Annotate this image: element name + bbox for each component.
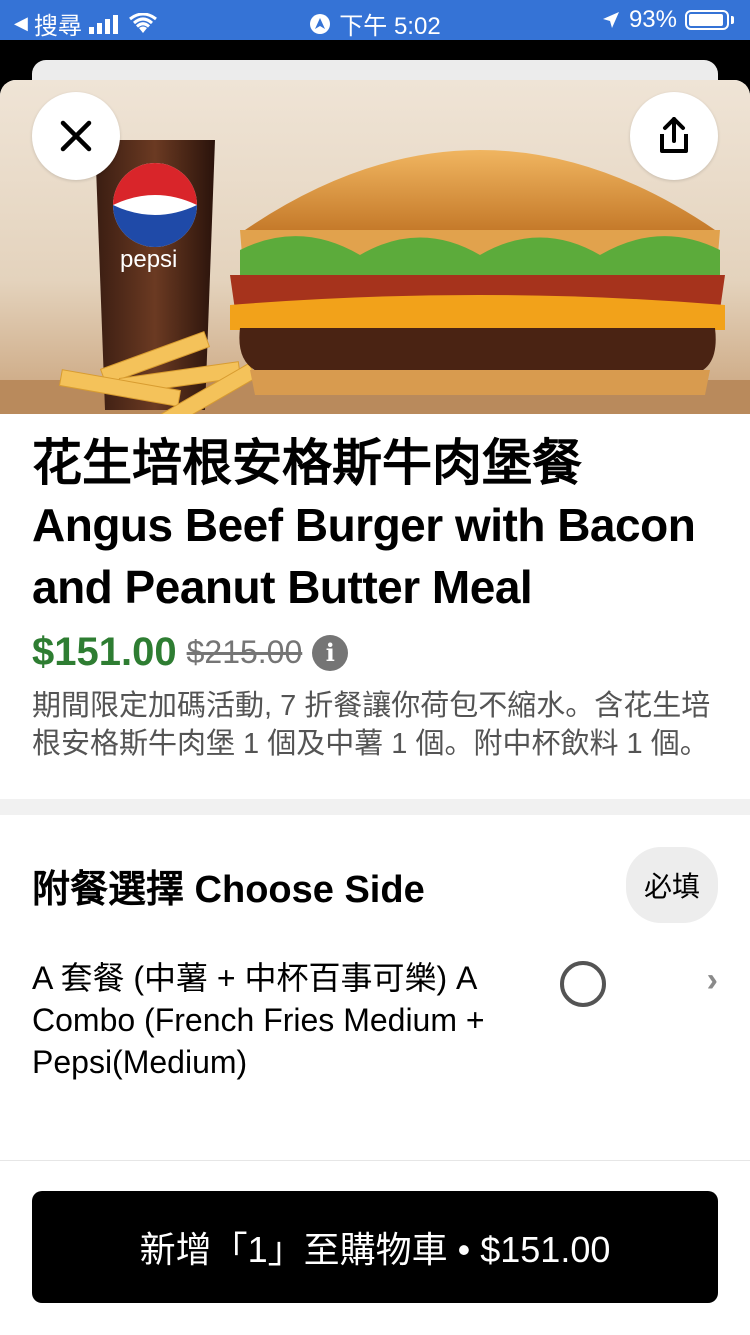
status-bar: ◀ 搜尋 下午 5:02 93%	[0, 0, 750, 40]
chevron-right-icon: ›	[706, 961, 718, 999]
status-time: 下午 5:02	[339, 13, 441, 40]
screen-lock-icon	[310, 13, 331, 34]
battery-icon	[685, 10, 729, 30]
location-icon	[602, 12, 619, 28]
add-to-cart-label: 新增「1」至購物車 • $151.00	[139, 1229, 611, 1270]
item-description: 期間限定加碼活動, 7 折餐讓你荷包不縮水。含花生培根安格斯牛肉堡 1 個及中薯…	[32, 690, 711, 760]
close-button[interactable]	[32, 92, 120, 180]
option-label: A 套餐 (中薯 + 中杯百事可樂) A Combo (French Fries…	[32, 960, 485, 1080]
section-divider	[0, 799, 750, 815]
share-icon	[660, 117, 688, 153]
item-price: $151.00	[32, 630, 177, 674]
item-image: pepsi	[0, 80, 750, 414]
item-original-price: $215.00	[186, 634, 303, 670]
required-badge: 必填	[625, 847, 718, 923]
item-title-zh: 花生培根安格斯牛肉堡餐	[32, 435, 582, 491]
add-to-cart-button[interactable]: 新增「1」至購物車 • $151.00	[32, 1191, 718, 1303]
share-button[interactable]	[630, 92, 718, 180]
section-title: 附餐選擇 Choose Side	[32, 868, 425, 911]
bottom-bar: 新增「1」至購物車 • $151.00	[0, 1160, 750, 1335]
item-title-en: Angus Beef Burger with Bacon and Peanut …	[32, 499, 696, 613]
price-row: $151.00 $215.00 i	[32, 630, 718, 675]
item-detail-sheet: pepsi 花生培根安格斯牛肉堡餐 Angus Beef Burger with…	[0, 80, 750, 1334]
radio-icon[interactable]	[560, 961, 606, 1007]
pepsi-logo-text: pepsi	[120, 246, 177, 273]
side-choice-header: 附餐選擇 Choose Side 必填	[0, 847, 750, 923]
option-row[interactable]: A 套餐 (中薯 + 中杯百事可樂) A Combo (French Fries…	[0, 957, 750, 1083]
battery-percent: 93%	[628, 6, 677, 33]
close-icon	[60, 120, 92, 152]
info-icon[interactable]: i	[312, 634, 349, 671]
